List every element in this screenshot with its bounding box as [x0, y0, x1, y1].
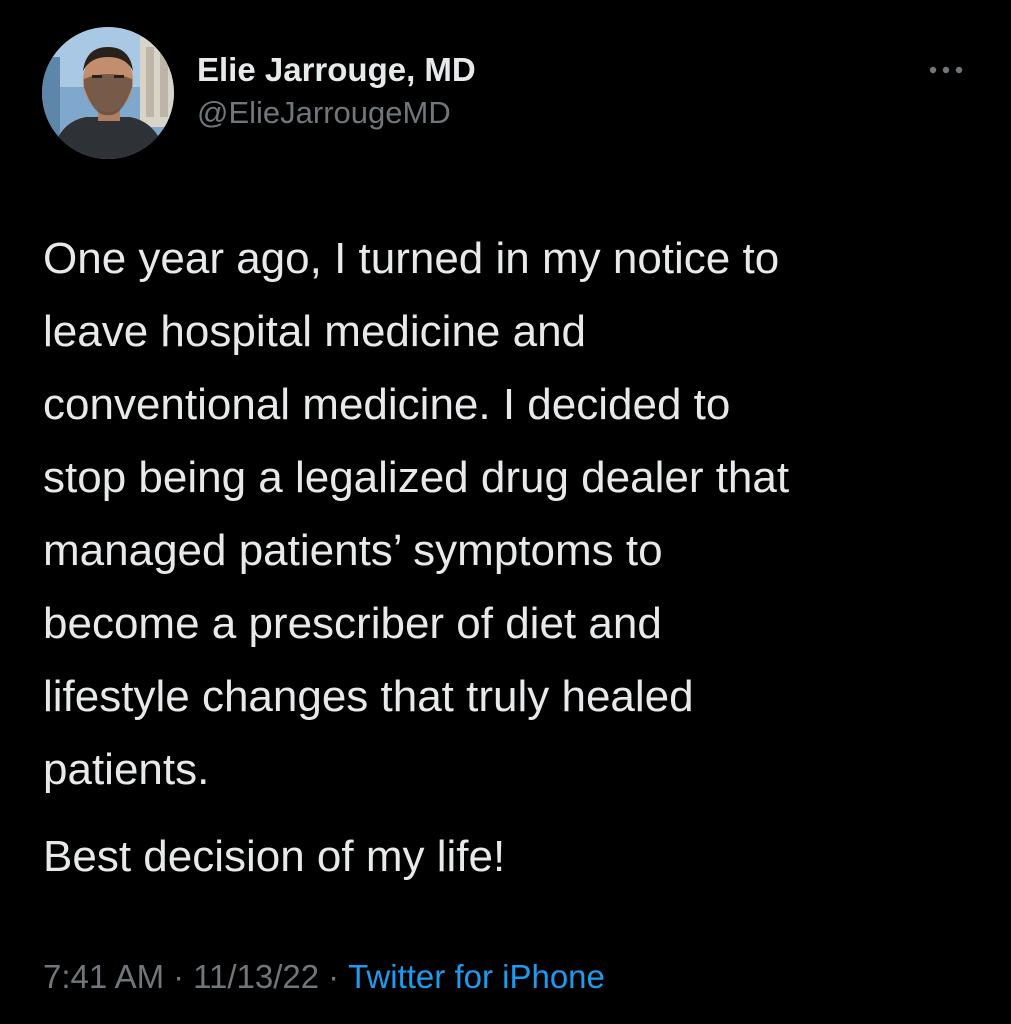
tweet-closing-line: Best decision of my life!	[43, 832, 506, 881]
tweet-line: stop being a legalized drug dealer that	[43, 453, 790, 502]
tweet-line: become a prescriber of diet and	[43, 599, 662, 648]
tweet-line: lifestyle changes that truly healed	[43, 672, 694, 721]
author-display-name[interactable]: Elie Jarrouge, MD	[197, 50, 476, 90]
tweet-line: conventional medicine. I decided to	[43, 380, 731, 429]
avatar[interactable]	[42, 27, 174, 159]
meta-separator: ·	[173, 958, 185, 995]
tweet-line: leave hospital medicine and	[43, 307, 587, 356]
ellipsis-icon	[929, 66, 963, 74]
tweet-line: patients.	[43, 745, 210, 794]
tweet-line: managed patients’ symptoms to	[43, 526, 663, 575]
tweet-paragraph: One year ago, I turned in my notice to l…	[43, 222, 983, 806]
tweet-time[interactable]: 7:41 AM	[43, 958, 164, 995]
profile-photo-icon	[42, 27, 174, 159]
tweet-metadata: 7:41 AM · 11/13/22 · Twitter for iPhone	[43, 955, 605, 999]
meta-separator: ·	[328, 958, 340, 995]
tweet-date[interactable]: 11/13/22	[193, 958, 319, 995]
tweet-text: One year ago, I turned in my notice to l…	[43, 222, 983, 893]
tweet-detail: Elie Jarrouge, MD @ElieJarrougeMD One ye…	[0, 0, 1011, 1024]
tweet-source-link[interactable]: Twitter for iPhone	[348, 958, 605, 995]
author-handle[interactable]: @ElieJarrougeMD	[197, 94, 476, 132]
more-options-button[interactable]	[924, 60, 968, 80]
author-block[interactable]: Elie Jarrouge, MD @ElieJarrougeMD	[197, 50, 476, 132]
tweet-line: One year ago, I turned in my notice to	[43, 234, 780, 283]
